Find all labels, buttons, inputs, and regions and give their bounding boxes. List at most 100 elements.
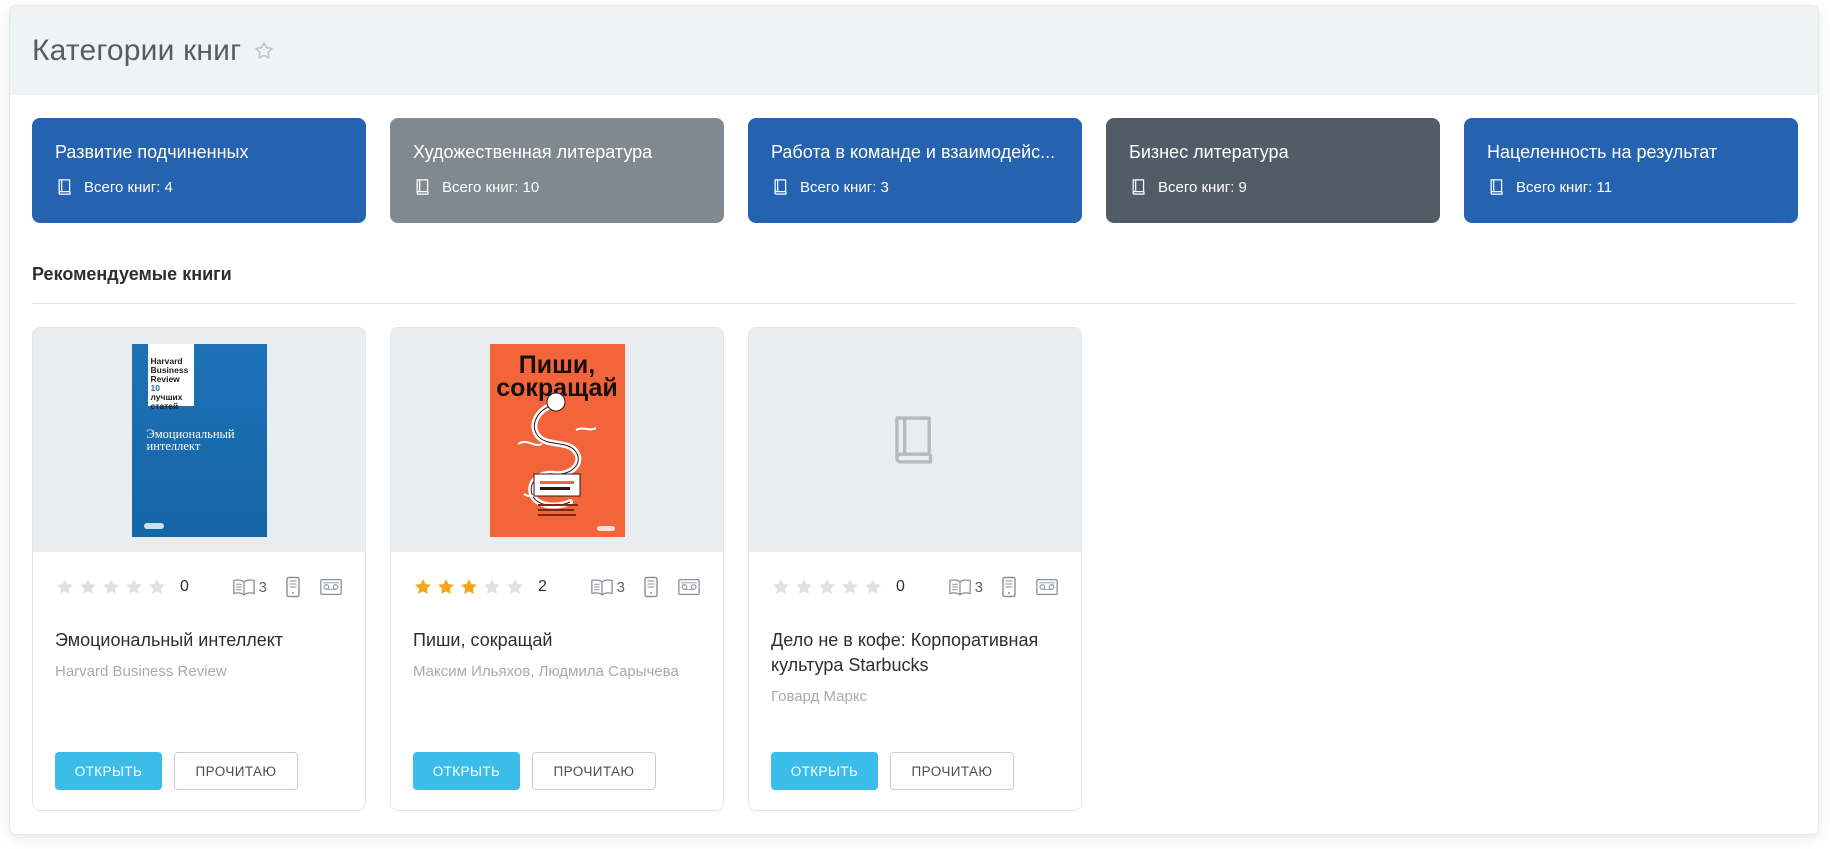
- rating-stars[interactable]: [771, 577, 883, 597]
- recommended-books: Harvard Business Review 10 лучших статей Эмоци…: [32, 327, 1082, 811]
- formats-count: 3: [258, 578, 267, 596]
- tablet-icon: [286, 576, 300, 598]
- main-panel: Категории книг Развитие подчиненных Всего…: [10, 6, 1818, 834]
- rating-count: 0: [180, 578, 189, 595]
- cover-title: Эмоциональный интеллект: [146, 426, 235, 453]
- open-book-icon: [232, 579, 255, 596]
- star-outline-icon[interactable]: [253, 40, 275, 62]
- category-name: Бизнес литература: [1129, 142, 1289, 162]
- book-actions: ОТКРЫТЬ ПРОЧИТАЮ: [771, 752, 1014, 790]
- book-card: Пиши, сокращай 2 3 Пиши, сокращай Максим Иль…: [390, 327, 724, 811]
- publisher-logo: [596, 525, 615, 531]
- category-count: Всего книг: 9: [1158, 178, 1247, 196]
- star-icon: [438, 579, 454, 594]
- book-cover: Пиши, сокращай: [489, 343, 625, 537]
- book-formats: 3: [948, 576, 1059, 598]
- book-cover: Harvard Business Review 10 лучших статей Эмоци…: [131, 343, 267, 537]
- cover-title-line: Эмоциональный: [146, 426, 235, 441]
- category-meta: Всего книг: 10: [413, 177, 702, 197]
- cover-label-line: статей: [150, 400, 179, 411]
- star-icon: [415, 579, 431, 594]
- book-icon: [1132, 179, 1145, 195]
- divider: [32, 303, 1796, 304]
- book-title[interactable]: Пиши, сокращай: [413, 628, 701, 653]
- open-button[interactable]: ОТКРЫТЬ: [771, 752, 878, 790]
- formats-count: 3: [974, 578, 983, 596]
- star-icon: [461, 579, 477, 594]
- category-name: Нацеленность на результат: [1487, 142, 1718, 162]
- category-name: Работа в команде и взаимодейс...: [771, 142, 1056, 162]
- book-author: Говард Маркс: [771, 688, 868, 705]
- book-meta-row: 03: [771, 576, 1059, 598]
- open-button[interactable]: ОТКРЫТЬ: [55, 752, 162, 790]
- star-icon: [484, 579, 500, 594]
- category-name: Художественная литература: [413, 142, 653, 162]
- star-icon: [103, 579, 119, 594]
- book-formats: 3: [232, 576, 343, 598]
- star-icon: [507, 579, 523, 594]
- book-author: Максим Ильяхов, Людмила Сарычева: [413, 663, 679, 680]
- book-cover-area[interactable]: [749, 328, 1081, 552]
- book-author: Harvard Business Review: [55, 663, 227, 680]
- star-icon: [865, 579, 881, 594]
- open-book-icon: [590, 579, 613, 596]
- rating-count: 2: [538, 578, 547, 595]
- cover-dragon-illustration: [516, 392, 597, 516]
- category-meta: Всего книг: 4: [55, 177, 344, 197]
- rating-stars[interactable]: [55, 577, 167, 597]
- star-icon: [796, 579, 812, 594]
- category-count: Всего книг: 4: [84, 178, 173, 196]
- book-card: Harvard Business Review 10 лучших статей Эмоци…: [32, 327, 366, 811]
- will-read-button[interactable]: ПРОЧИТАЮ: [174, 752, 298, 790]
- star-icon: [773, 579, 789, 594]
- rating-stars[interactable]: [413, 577, 525, 597]
- category-card[interactable]: Развитие подчиненных Всего книг: 4: [32, 118, 366, 223]
- book-meta-row: 03: [55, 576, 343, 598]
- audio-icon: [678, 578, 700, 596]
- star-icon: [149, 579, 165, 594]
- book-icon: [774, 179, 787, 195]
- will-read-button[interactable]: ПРОЧИТАЮ: [532, 752, 656, 790]
- will-read-button[interactable]: ПРОЧИТАЮ: [890, 752, 1014, 790]
- categories-list: Развитие подчиненных Всего книг: 4 Художес…: [32, 118, 1798, 223]
- category-count: Всего книг: 10: [442, 178, 540, 196]
- category-card[interactable]: Нацеленность на результат Всего книг: 11: [1464, 118, 1798, 223]
- formats-count: 3: [616, 578, 625, 596]
- page-title: Категории книг: [32, 33, 242, 67]
- cover-title-line: интеллект: [146, 438, 201, 453]
- category-count: Всего книг: 3: [800, 178, 889, 196]
- tablet-icon: [1002, 576, 1016, 598]
- book-actions: ОТКРЫТЬ ПРОЧИТАЮ: [55, 752, 298, 790]
- book-icon: [1490, 179, 1503, 195]
- book-meta-row: 23: [413, 576, 701, 598]
- star-icon: [126, 579, 142, 594]
- category-meta: Всего книг: 11: [1487, 177, 1776, 197]
- page-header: Категории книг: [10, 6, 1818, 95]
- category-meta: Всего книг: 3: [771, 177, 1060, 197]
- book-icon: [416, 179, 429, 195]
- publisher-logo: [143, 522, 164, 529]
- book-formats: 3: [590, 576, 701, 598]
- book-cover-area[interactable]: Harvard Business Review 10 лучших статей Эмоци…: [33, 328, 365, 552]
- category-count: Всего книг: 11: [1516, 178, 1613, 196]
- category-meta: Всего книг: 9: [1129, 177, 1418, 197]
- star-icon: [842, 579, 858, 594]
- rating-count: 0: [896, 578, 905, 595]
- category-card[interactable]: Работа в команде и взаимодейс... Всего кн…: [748, 118, 1082, 223]
- book-icon: [58, 179, 71, 195]
- cover-publisher-label: Harvard Business Review 10 лучших статей: [147, 343, 194, 410]
- open-button[interactable]: ОТКРЫТЬ: [413, 752, 520, 790]
- recommended-title: Рекомендуемые книги: [32, 264, 232, 284]
- book-card: 0 3 Дело не в кофе: Корпоративная культура…: [748, 327, 1082, 811]
- star-icon: [819, 579, 835, 594]
- category-card[interactable]: Художественная литература Всего книг: 10: [390, 118, 724, 223]
- book-placeholder-icon: [895, 416, 933, 464]
- book-title[interactable]: Дело не в кофе: Корпоративная культура S…: [771, 628, 1059, 678]
- book-title[interactable]: Эмоциональный интеллект: [55, 628, 343, 653]
- book-cover-area[interactable]: Пиши, сокращай: [391, 328, 723, 552]
- star-icon: [80, 579, 96, 594]
- book-actions: ОТКРЫТЬ ПРОЧИТАЮ: [413, 752, 656, 790]
- tablet-icon: [644, 576, 658, 598]
- category-name: Развитие подчиненных: [55, 142, 249, 162]
- category-card[interactable]: Бизнес литература Всего книг: 9: [1106, 118, 1440, 223]
